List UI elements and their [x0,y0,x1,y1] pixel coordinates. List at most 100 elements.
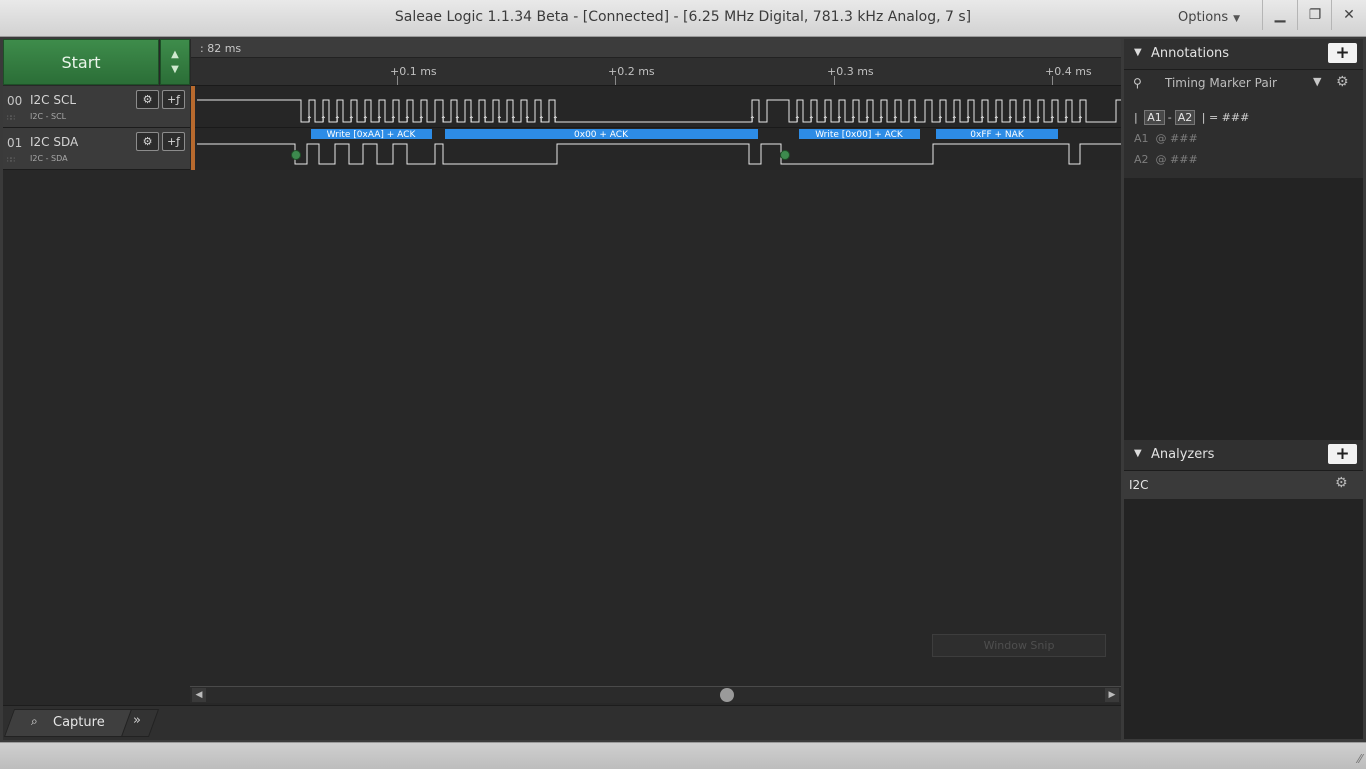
options-label: Options [1178,10,1229,25]
drag-handle-icon[interactable]: ∷∷ [7,156,15,164]
marker-a1-button[interactable]: A1 [1144,110,1165,125]
trigger-button[interactable]: +ƒ [162,132,185,151]
chevron-down-icon: ▼ [171,64,179,75]
scroll-left-icon[interactable]: ◀ [192,688,206,702]
scroll-right-icon[interactable]: ▶ [1105,688,1119,702]
tick-mark [834,76,835,85]
minimize-icon: ▁ [1274,7,1286,23]
svg-text:↑: ↑ [1021,115,1028,124]
channel-name[interactable]: I2C SDA [30,135,78,149]
double-chevron-right-icon: » [133,713,141,728]
marker-row[interactable]: ⚲ Timing Marker Pair ▼ ⚙ [1124,70,1363,98]
chevron-down-icon[interactable]: ▼ [1313,75,1321,88]
add-annotation-button[interactable]: + [1328,43,1357,63]
tick-mark [615,76,616,85]
channel-subtitle: I2C - SCL [30,112,67,121]
channel-row-sda[interactable]: 01 ∷∷ I2C SDA I2C - SDA ⚙ +ƒ [3,128,190,170]
svg-text:↑: ↑ [1049,115,1056,124]
decode-label: Write [0xAA] + ACK [327,130,417,140]
trigger-edge-icon: +ƒ [166,93,181,106]
options-menu[interactable]: Options ▼ [1178,10,1240,25]
svg-text:↑: ↑ [836,115,843,124]
svg-text:↑: ↑ [1063,115,1070,124]
channel-settings-button[interactable]: ⚙ [136,132,159,151]
svg-text:↑: ↑ [418,115,425,124]
analyzer-item[interactable]: I2C ⚙ [1124,471,1363,499]
svg-text:↑: ↑ [937,115,944,124]
time-offset: : 82 ms [200,42,242,55]
svg-text:↑: ↑ [376,115,383,124]
svg-text:↑: ↑ [993,115,1000,124]
gear-icon[interactable]: ⚙ [1335,475,1348,491]
capture-view: Start ▲ ▼ 00 ∷∷ I2C SCL I2C - SCL ⚙ +ƒ 0… [3,39,1121,740]
collapse-triangle-icon[interactable]: ▼ [1134,47,1142,58]
svg-text:↑: ↑ [878,115,885,124]
waveform-area[interactable]: ↑ ↑ ↑ ↑ ↑ ↑ ↑ ↑ ↑ ↑ ↑ ↑ ↑ ↑ ↑ ↑ ↑ ↑ ↑ ↑ ↑ ↑ ↑ ↑ ↑ ↑ ↑ ↑ ↑ ↑ ↑ ↑ … [191,86,1121,170]
start-button[interactable]: Start [3,39,159,85]
channel-number: 00 [7,94,23,108]
tab-capture-label[interactable]: Capture [53,715,105,730]
svg-text:↑: ↑ [440,115,447,124]
scroll-thumb[interactable] [720,688,734,702]
decode-bubbles [311,129,1058,139]
svg-text:↑: ↑ [320,115,327,124]
tick-mark [397,76,398,85]
gear-icon: ⚙ [142,93,153,106]
resize-grip-icon[interactable]: ⁄⁄ [1358,752,1362,766]
window-snip-overlay[interactable]: Window Snip [932,634,1106,657]
svg-text:↑: ↑ [850,115,857,124]
decode-label: 0xFF + NAK [970,130,1025,140]
a1-value: @ ### [1155,132,1198,145]
gear-icon: ⚙ [142,135,153,148]
plus-icon: + [1335,43,1350,63]
channel-row-scl[interactable]: 00 ∷∷ I2C SCL I2C - SCL ⚙ +ƒ [3,86,190,128]
line-dash: - [1167,111,1172,124]
channel-number: 01 [7,136,23,150]
svg-text:↑: ↑ [864,115,871,124]
add-analyzer-button[interactable]: + [1328,444,1357,464]
a1-label: A1 [1134,132,1149,145]
trigger-button[interactable]: +ƒ [162,90,185,109]
marker-type: Timing Marker Pair [1165,76,1277,90]
channel-name[interactable]: I2C SCL [30,93,76,107]
close-button[interactable]: ✕ [1331,0,1366,30]
start-condition-marker [780,150,790,160]
a2-value: @ ### [1155,153,1198,166]
plus-icon: + [1335,444,1350,464]
svg-text:↑: ↑ [496,115,503,124]
annotations-body: ⚲ Timing Marker Pair ▼ ⚙ | A1- A2 | = ###… [1124,70,1363,178]
annotations-header[interactable]: ▼ Annotations + [1124,39,1363,70]
chevron-up-icon: ▲ [171,49,179,60]
minimize-button[interactable]: ▁ [1262,0,1297,30]
a2-label: A2 [1134,153,1149,166]
title-bar: Saleae Logic 1.1.34 Beta - [Connected] -… [0,0,1366,37]
time-ruler[interactable]: : 82 ms +0.1 ms +0.2 ms +0.3 ms +0.4 ms [191,39,1121,86]
restore-button[interactable]: ❐ [1297,0,1332,30]
marker-a2-button[interactable]: A2 [1174,110,1196,125]
marker-a1-line: A1 @ ### [1134,132,1198,145]
svg-text:↑: ↑ [822,115,829,124]
restore-icon: ❐ [1308,7,1322,23]
svg-text:↑: ↑ [348,115,355,124]
start-options-button[interactable]: ▲ ▼ [160,39,190,85]
collapse-triangle-icon[interactable]: ▼ [1134,448,1142,459]
svg-text:↑: ↑ [524,115,531,124]
close-icon: ✕ [1343,7,1355,23]
line-prefix: | [1134,111,1138,124]
svg-text:↑: ↑ [334,115,341,124]
bottom-tab-bar: ⌕ Capture » [3,705,1121,740]
horizontal-scrollbar[interactable]: ◀ ▶ [190,686,1121,703]
start-condition-marker [291,150,301,160]
svg-text:↑: ↑ [749,115,756,124]
channel-settings-button[interactable]: ⚙ [136,90,159,109]
svg-text:↑: ↑ [552,115,559,124]
ruler-offset-bar: : 82 ms [191,39,1121,58]
drag-handle-icon[interactable]: ∷∷ [7,114,15,122]
svg-text:↑: ↑ [1077,115,1084,124]
decode-label: 0x00 + ACK [574,130,629,140]
svg-text:↑: ↑ [794,115,801,124]
channel-subtitle: I2C - SDA [30,154,68,163]
decode-label: Write [0x00] + ACK [815,130,904,140]
gear-icon[interactable]: ⚙ [1336,74,1349,90]
analyzers-header[interactable]: ▼ Analyzers + [1124,440,1363,471]
